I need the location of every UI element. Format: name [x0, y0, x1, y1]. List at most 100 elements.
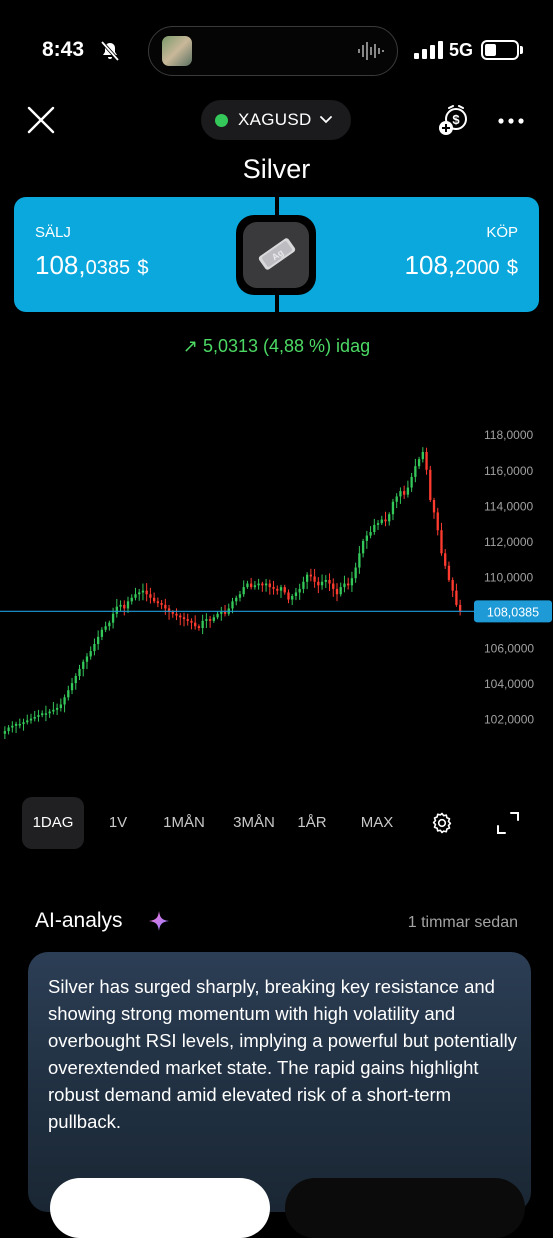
svg-text:$: $	[452, 112, 460, 127]
status-time: 8:43	[42, 38, 85, 61]
y-tick-label: 102,0000	[484, 713, 534, 727]
candle-body	[406, 487, 410, 495]
candle-body	[425, 452, 428, 470]
candle-body	[44, 713, 48, 715]
candle-body	[152, 597, 156, 602]
candle-body	[85, 656, 89, 662]
candle-body	[272, 587, 275, 589]
card-divider-bottom	[275, 292, 279, 312]
y-tick-label: 116,0000	[484, 464, 533, 478]
candle-body	[119, 604, 122, 607]
buy-price[interactable]: 108,2000 $	[405, 250, 518, 281]
candle-body	[250, 583, 253, 588]
candle-body	[335, 588, 339, 595]
candle-body	[343, 583, 346, 588]
secondary-action-button[interactable]	[285, 1178, 525, 1238]
candle-body	[317, 581, 320, 586]
buy-label[interactable]: KÖP	[486, 224, 518, 241]
y-tick-label: 104,0000	[484, 677, 534, 691]
candle-body	[410, 476, 413, 488]
candle-body	[235, 597, 238, 602]
candle-body	[257, 583, 260, 586]
candle-body	[197, 626, 201, 628]
sell-currency: $	[137, 257, 149, 279]
sell-price-main: 108,	[35, 250, 86, 280]
y-tick-label: 118,0000	[484, 428, 533, 442]
candle-body	[82, 661, 85, 669]
candle-body	[74, 676, 77, 684]
candle-body	[391, 501, 395, 515]
network-type: 5G	[449, 40, 474, 60]
candle-body	[29, 718, 33, 721]
candle-body	[164, 604, 167, 609]
price-alert-icon[interactable]: $	[437, 105, 471, 137]
candle-body	[447, 565, 451, 580]
candle-body	[186, 619, 189, 621]
timeframe-0[interactable]: 1DAG	[22, 797, 84, 849]
price-chart[interactable]: 118,0000 116,0000 114,0000 112,0000 110,0000…	[0, 400, 553, 760]
gear-icon[interactable]	[430, 811, 454, 835]
candle-body	[373, 524, 376, 532]
expand-icon[interactable]	[496, 811, 520, 835]
bell-slash-icon	[100, 40, 120, 62]
candle-body	[156, 601, 160, 604]
candle-body	[294, 592, 298, 596]
timeframe-4[interactable]: 1ÅR	[287, 797, 337, 849]
y-tick-label: 114,0000	[484, 499, 533, 513]
candle-body	[182, 617, 186, 620]
candle-body	[455, 590, 458, 605]
candle-body	[97, 636, 100, 644]
timeframe-1[interactable]: 1V	[95, 797, 141, 849]
candle-body	[376, 523, 380, 525]
sell-price[interactable]: 108,0385 $	[35, 250, 148, 281]
candle-body	[328, 580, 331, 584]
battery-icon	[481, 40, 519, 60]
candle-body	[432, 500, 436, 513]
candle-body	[264, 583, 268, 586]
sparkle-icon	[149, 911, 169, 931]
candle-body	[354, 567, 357, 579]
audio-waveform-icon	[358, 42, 384, 60]
candle-body	[201, 620, 204, 628]
ai-analysis-time: 1 timmar sedan	[407, 914, 518, 931]
candle-body	[115, 606, 118, 614]
candle-body	[41, 713, 44, 716]
buy-price-decimals: 2000	[455, 257, 500, 279]
timeframe-3[interactable]: 3MÅN	[220, 797, 288, 849]
y-tick-label: 112,0000	[484, 535, 533, 549]
candle-body	[179, 615, 182, 618]
candle-body	[324, 580, 327, 582]
candle-body	[160, 603, 163, 605]
cellular-signal-icon	[414, 41, 443, 59]
close-icon[interactable]	[26, 105, 56, 135]
now-playing-thumbnail	[162, 36, 192, 66]
candle-body	[130, 597, 133, 602]
sell-label[interactable]: SÄLJ	[35, 224, 71, 241]
ai-analysis-title: AI-analys	[35, 909, 123, 932]
candle-body	[18, 724, 21, 726]
timeframe-5[interactable]: MAX	[346, 797, 408, 849]
timeframe-2[interactable]: 1MÅN	[152, 797, 216, 849]
candle-body	[220, 612, 223, 614]
candle-body	[305, 574, 309, 582]
candle-body	[208, 619, 212, 621]
candle-body	[429, 469, 432, 500]
more-icon[interactable]	[497, 117, 525, 125]
candle-body	[123, 604, 126, 609]
candle-body	[276, 588, 279, 591]
candle-body	[380, 519, 383, 524]
chevron-down-icon	[319, 116, 332, 124]
candle-body	[388, 514, 391, 522]
candle-body	[451, 580, 454, 591]
candle-body	[320, 581, 324, 586]
candle-body	[361, 540, 365, 554]
symbol-selector[interactable]: XAGUSD	[201, 100, 351, 140]
candle-body	[3, 731, 7, 734]
candle-body	[332, 583, 335, 589]
sell-price-decimals: 0385	[85, 257, 131, 279]
primary-action-button[interactable]	[50, 1178, 270, 1238]
candle-body	[70, 683, 74, 691]
candle-body	[358, 553, 361, 568]
candle-body	[134, 594, 137, 598]
candle-body	[399, 491, 402, 497]
